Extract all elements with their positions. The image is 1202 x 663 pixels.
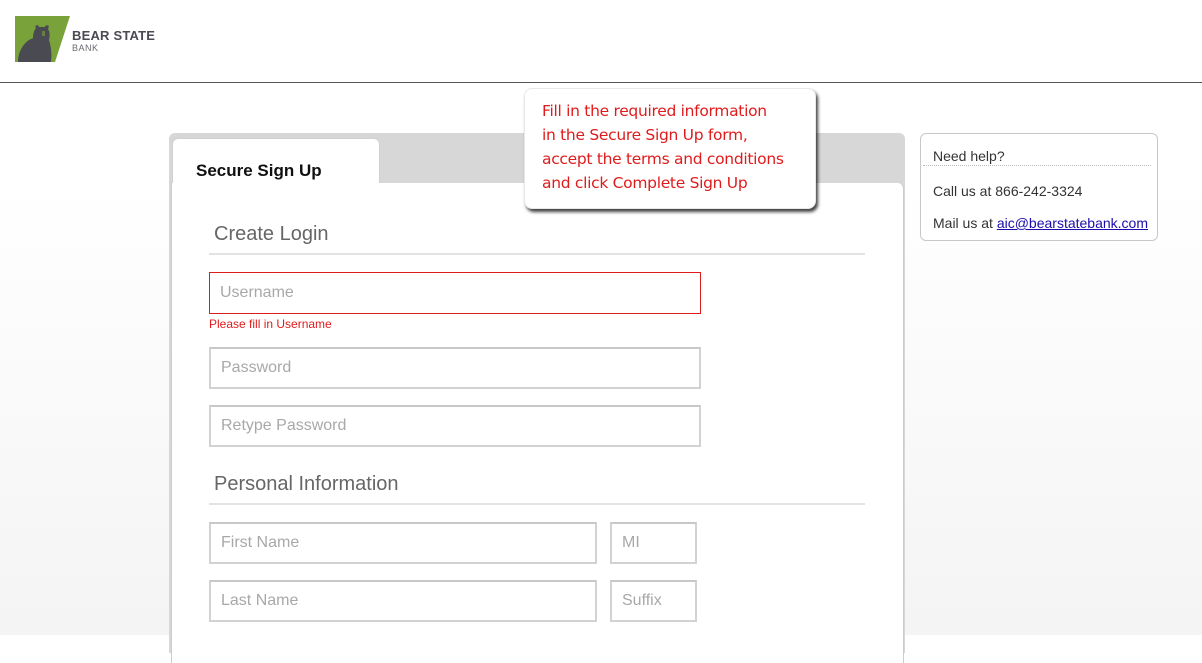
tab-label: Secure Sign Up (196, 161, 322, 180)
help-email-link[interactable]: aic@bearstatebank.com (997, 215, 1148, 231)
signup-panel: Secure Sign Up Create Login Please fill … (169, 133, 905, 663)
instruction-tooltip: Fill in the required information in the … (524, 88, 816, 209)
last-name-input[interactable] (209, 580, 597, 622)
help-title: Need help? (933, 148, 1005, 164)
middle-initial-input[interactable] (610, 522, 697, 564)
section-divider (209, 503, 865, 505)
password-input[interactable] (209, 347, 701, 389)
logo-title: BEAR STATE (72, 28, 156, 43)
section-divider (209, 253, 865, 255)
help-box: Need help? Call us at 866-242-3324 Mail … (920, 133, 1158, 241)
help-phone-line: Call us at 866-242-3324 (933, 183, 1082, 199)
username-error-message: Please fill in Username (209, 317, 332, 331)
section-title-create-login: Create Login (214, 223, 329, 245)
suffix-input[interactable] (610, 580, 697, 622)
bank-logo[interactable]: BEAR STATE BANK (15, 16, 175, 62)
signup-form: Create Login Please fill in Username Per… (171, 183, 904, 663)
logo-subtitle: BANK (72, 43, 99, 53)
section-title-personal-information: Personal Information (214, 473, 399, 495)
retype-password-input[interactable] (209, 405, 701, 447)
call-prefix: Call us at (933, 183, 992, 199)
tooltip-line: and click Complete Sign Up (542, 174, 748, 192)
help-divider (923, 165, 1151, 166)
tooltip-line: Fill in the required information (542, 102, 767, 120)
mail-prefix: Mail us at (933, 215, 993, 231)
tooltip-line: accept the terms and conditions (542, 150, 784, 168)
tooltip-line: in the Secure Sign Up form, (542, 126, 748, 144)
username-input[interactable] (209, 272, 701, 314)
help-phone-number: 866-242-3324 (995, 183, 1083, 199)
bear-logo-icon (15, 16, 70, 62)
help-email-line: Mail us at aic@bearstatebank.com (933, 215, 1148, 231)
first-name-input[interactable] (209, 522, 597, 564)
site-header: BEAR STATE BANK (0, 0, 1202, 83)
